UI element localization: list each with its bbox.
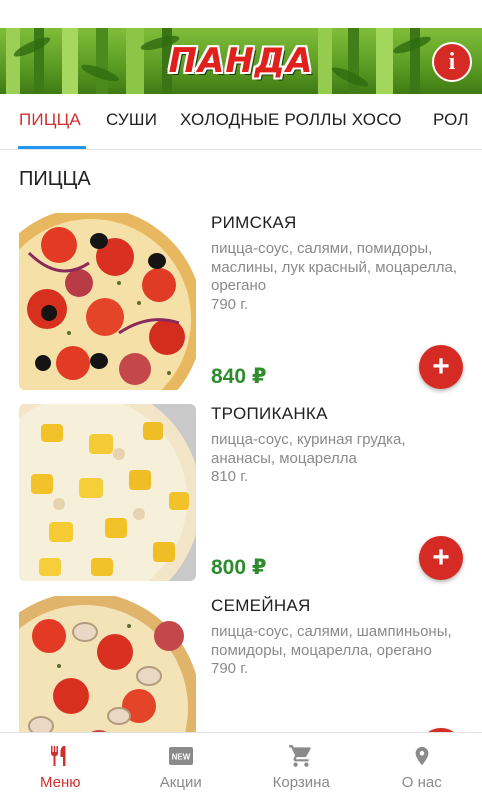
product-ingredients: пицца-соус, куриная грудка, ананасы, моц…: [211, 431, 406, 467]
product-weight: 790 г.: [211, 295, 249, 313]
nav-promotions[interactable]: NEW Акции: [121, 733, 242, 800]
product-list: ПИЦЦА РИМСКАЯ пицца-соус, салями, помидо…: [0, 150, 482, 732]
bamboo-decoration: [62, 28, 78, 94]
product-price: 800 ₽: [211, 556, 267, 579]
product-name: РИМСКАЯ: [211, 213, 297, 232]
section-title: ПИЦЦА: [19, 168, 91, 190]
product-image: [19, 596, 196, 732]
product-card[interactable]: СЕМЕЙНАЯ пицца-соус, салями, шампиньоны,…: [0, 596, 482, 732]
active-tab-indicator: [18, 146, 86, 149]
info-icon: i: [448, 48, 456, 75]
product-price: 840 ₽: [211, 365, 267, 388]
nav-cart[interactable]: Корзина: [241, 733, 362, 800]
product-name: СЕМЕЙНАЯ: [211, 596, 311, 615]
product-weight: 790 г.: [211, 660, 249, 677]
tab-sushi[interactable]: СУШИ: [106, 94, 157, 149]
plus-icon: +: [432, 350, 450, 383]
fork-knife-icon: [48, 743, 72, 769]
plus-icon: +: [432, 541, 450, 574]
nav-label: Меню: [39, 774, 81, 791]
product-description: пицца-соус, салями, помидоры, маслины, л…: [211, 240, 471, 314]
add-to-cart-button[interactable]: +: [419, 345, 463, 389]
tab-cold-rolls-hoso[interactable]: ХОЛОДНЫЕ РОЛЛЫ ХОСО: [180, 94, 402, 149]
product-image: [19, 404, 196, 581]
product-description: пицца-соус, салями, шампиньоны, помидоры…: [211, 623, 471, 679]
bottom-navigation: Меню NEW Акции Корзина О нас: [0, 732, 482, 800]
nav-label: Акции: [159, 774, 202, 791]
svg-text:NEW: NEW: [171, 753, 190, 762]
tab-pizza[interactable]: ПИЦЦА: [19, 94, 81, 149]
bamboo-decoration: [96, 28, 108, 94]
category-tabs: ПИЦЦА СУШИ ХОЛОДНЫЕ РОЛЛЫ ХОСО РОЛ: [0, 94, 482, 150]
product-card[interactable]: ТРОПИКАНКА пицца-соус, куриная грудка, а…: [0, 404, 482, 584]
product-weight: 810 г.: [211, 468, 249, 485]
bamboo-decoration: [6, 28, 20, 94]
tab-rolls[interactable]: РОЛ: [433, 94, 469, 149]
info-button[interactable]: i: [432, 42, 472, 82]
status-bar: [0, 0, 482, 28]
product-image: [19, 213, 196, 390]
bamboo-decoration: [376, 28, 393, 94]
new-badge-icon: NEW: [168, 743, 194, 769]
add-to-cart-button[interactable]: +: [419, 536, 463, 580]
product-name: ТРОПИКАНКА: [211, 404, 328, 423]
product-ingredients: пицца-соус, салями, шампиньоны, помидоры…: [211, 623, 452, 659]
nav-menu[interactable]: Меню: [0, 733, 121, 800]
nav-label: Корзина: [272, 774, 330, 791]
app-logo: ПАНДА: [168, 41, 314, 81]
bamboo-decoration: [126, 28, 144, 94]
location-pin-icon: [411, 743, 433, 769]
product-card[interactable]: РИМСКАЯ пицца-соус, салями, помидоры, ма…: [0, 213, 482, 393]
app-header: ПАНДА i: [0, 28, 482, 94]
cart-icon: [288, 743, 314, 769]
product-ingredients: пицца-соус, салями, помидоры, маслины, л…: [211, 240, 457, 294]
nav-about[interactable]: О нас: [362, 733, 482, 800]
product-description: пицца-соус, куриная грудка, ананасы, моц…: [211, 431, 471, 487]
nav-label: О нас: [401, 774, 442, 791]
